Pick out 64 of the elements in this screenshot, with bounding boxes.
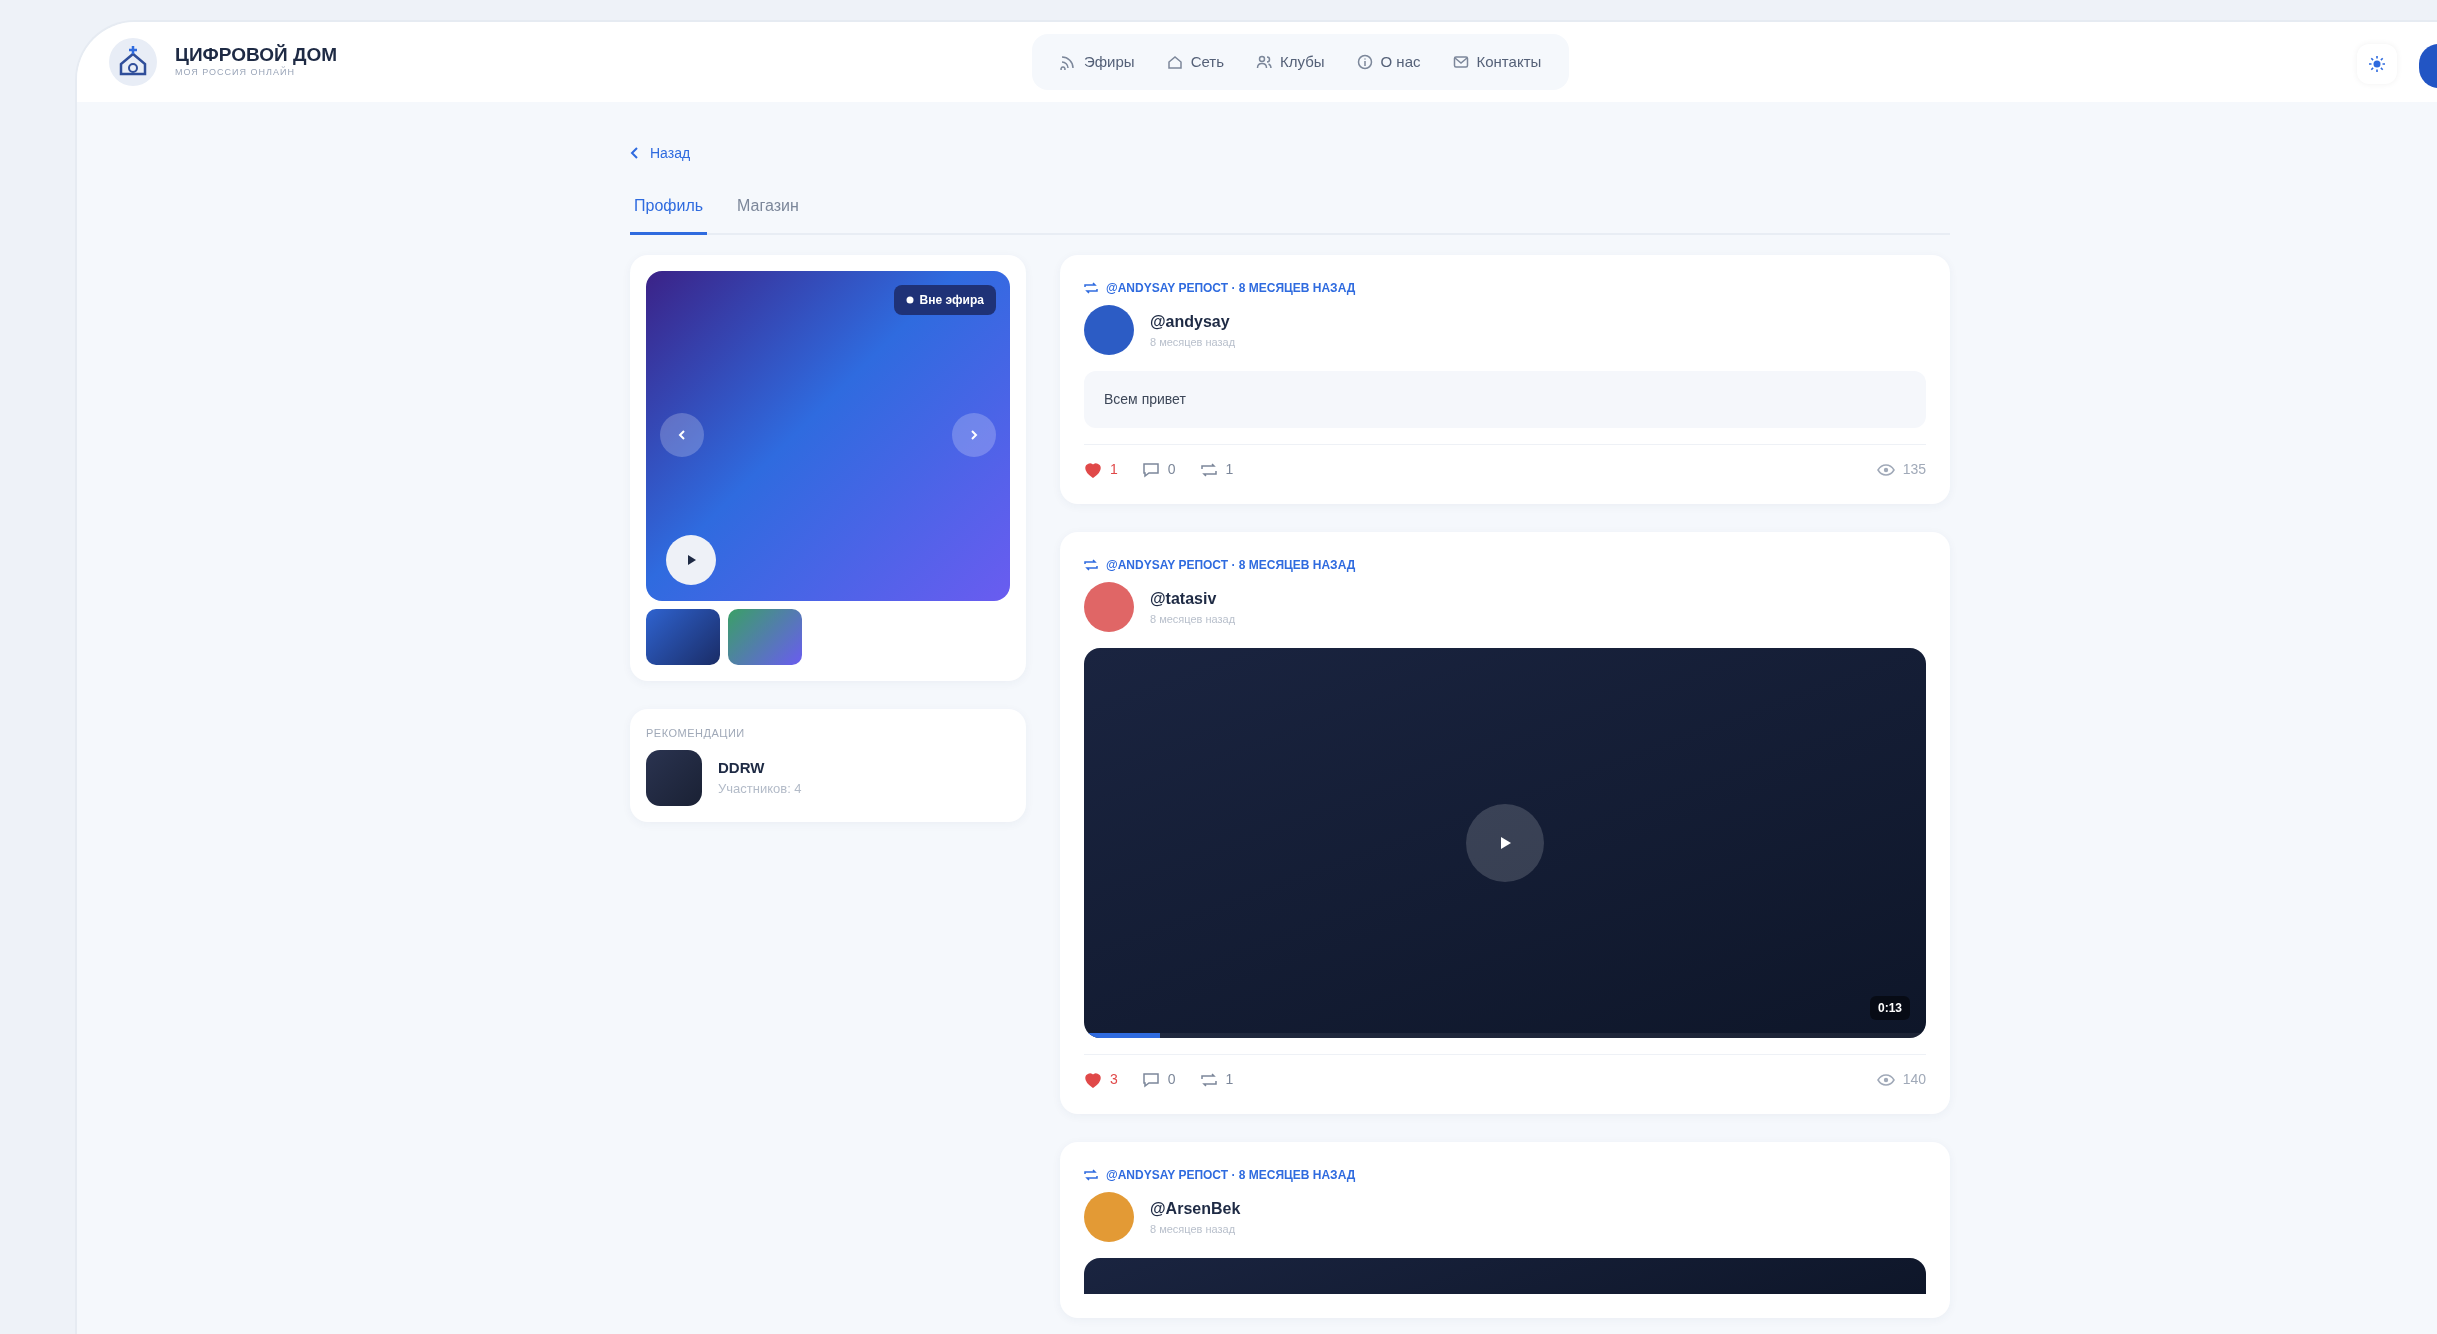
- video-duration: 0:13: [1869, 996, 1910, 1020]
- back-link[interactable]: Назад: [630, 142, 691, 164]
- repost-button[interactable]: 1: [1199, 1069, 1234, 1090]
- repost-icon: [1084, 559, 1098, 571]
- play-button[interactable]: [666, 535, 716, 585]
- chevron-left-icon: [630, 147, 640, 159]
- eye-icon: [1876, 462, 1895, 477]
- repost-icon: [1199, 1070, 1218, 1089]
- repost-label: @ANDYSAY РЕПОСТ · 8 МЕСЯЦЕВ НАЗАД: [1106, 280, 1356, 297]
- repost-icon: [1084, 1169, 1098, 1181]
- tab[interactable]: Профиль: [630, 194, 708, 235]
- home-icon: [1166, 54, 1183, 70]
- theme-toggle-button[interactable]: [2357, 44, 2397, 84]
- section-title: РЕКОМЕНДАЦИИ: [646, 726, 746, 741]
- post-time: 8 месяцев назад: [1150, 1221, 1237, 1237]
- repost-label: @ANDYSAY РЕПОСТ · 8 МЕСЯЦЕВ НАЗАД: [1106, 1167, 1356, 1184]
- sun-icon: [2368, 55, 2386, 73]
- post-time: 8 месяцев назад: [1150, 611, 1236, 627]
- eye-icon: [1876, 1072, 1895, 1087]
- mail-icon: [1452, 54, 1469, 70]
- repost-icon: [1084, 282, 1098, 294]
- like-button[interactable]: 3: [1084, 1069, 1118, 1090]
- heart-icon: [1084, 1070, 1102, 1089]
- logo-title: ЦИФРОВОЙ ДОМ: [175, 44, 338, 66]
- thumbnail[interactable]: [646, 609, 720, 665]
- author-avatar[interactable]: [1084, 305, 1134, 355]
- repost-button[interactable]: 1: [1199, 459, 1234, 480]
- status-badge: Вне эфира: [893, 285, 996, 315]
- post-time: 8 месяцев назад: [1150, 334, 1236, 350]
- like-button[interactable]: 1: [1084, 459, 1118, 480]
- author-name[interactable]: @ArsenBek: [1150, 1196, 1241, 1221]
- repost-icon: [1199, 460, 1218, 479]
- comment-button[interactable]: 0: [1141, 459, 1176, 480]
- member-count: Участников: 4: [718, 780, 802, 798]
- chevron-left-icon: [676, 429, 688, 441]
- people-icon: [1256, 54, 1272, 70]
- nav-link[interactable]: Контакты: [1442, 44, 1552, 80]
- comment-button[interactable]: 0: [1141, 1069, 1176, 1090]
- nav-link[interactable]: Эфиры: [1050, 44, 1145, 80]
- chevron-right-icon: [968, 429, 980, 441]
- user-avatar[interactable]: [2419, 44, 2437, 88]
- info-icon: [1356, 54, 1373, 70]
- logo-subtitle: МОЯ РОССИЯ ОНЛАЙН: [175, 65, 296, 79]
- view-count: 140: [1902, 1070, 1926, 1089]
- tab[interactable]: Магазин: [733, 194, 803, 235]
- author-name[interactable]: @tatasiv: [1150, 586, 1236, 611]
- comment-icon: [1141, 1070, 1160, 1089]
- author-name[interactable]: @andysay: [1150, 309, 1236, 334]
- logo-icon: [107, 36, 159, 88]
- post-text: Всем привет: [1084, 371, 1926, 428]
- broadcast-icon: [1060, 54, 1076, 70]
- nav-link[interactable]: О нас: [1346, 44, 1431, 80]
- club-avatar[interactable]: [646, 749, 702, 806]
- club-name[interactable]: DDRW: [718, 756, 802, 779]
- nav-link[interactable]: Сеть: [1156, 44, 1234, 80]
- heart-icon: [1084, 460, 1102, 479]
- play-icon: [685, 554, 697, 566]
- thumbnail[interactable]: [728, 609, 802, 665]
- repost-label: @ANDYSAY РЕПОСТ · 8 МЕСЯЦЕВ НАЗАД: [1106, 557, 1356, 574]
- nav-link[interactable]: Клубы: [1246, 44, 1335, 80]
- view-count: 135: [1902, 460, 1926, 479]
- comment-icon: [1141, 460, 1160, 479]
- author-avatar[interactable]: [1084, 582, 1134, 632]
- dot-icon: [905, 296, 914, 304]
